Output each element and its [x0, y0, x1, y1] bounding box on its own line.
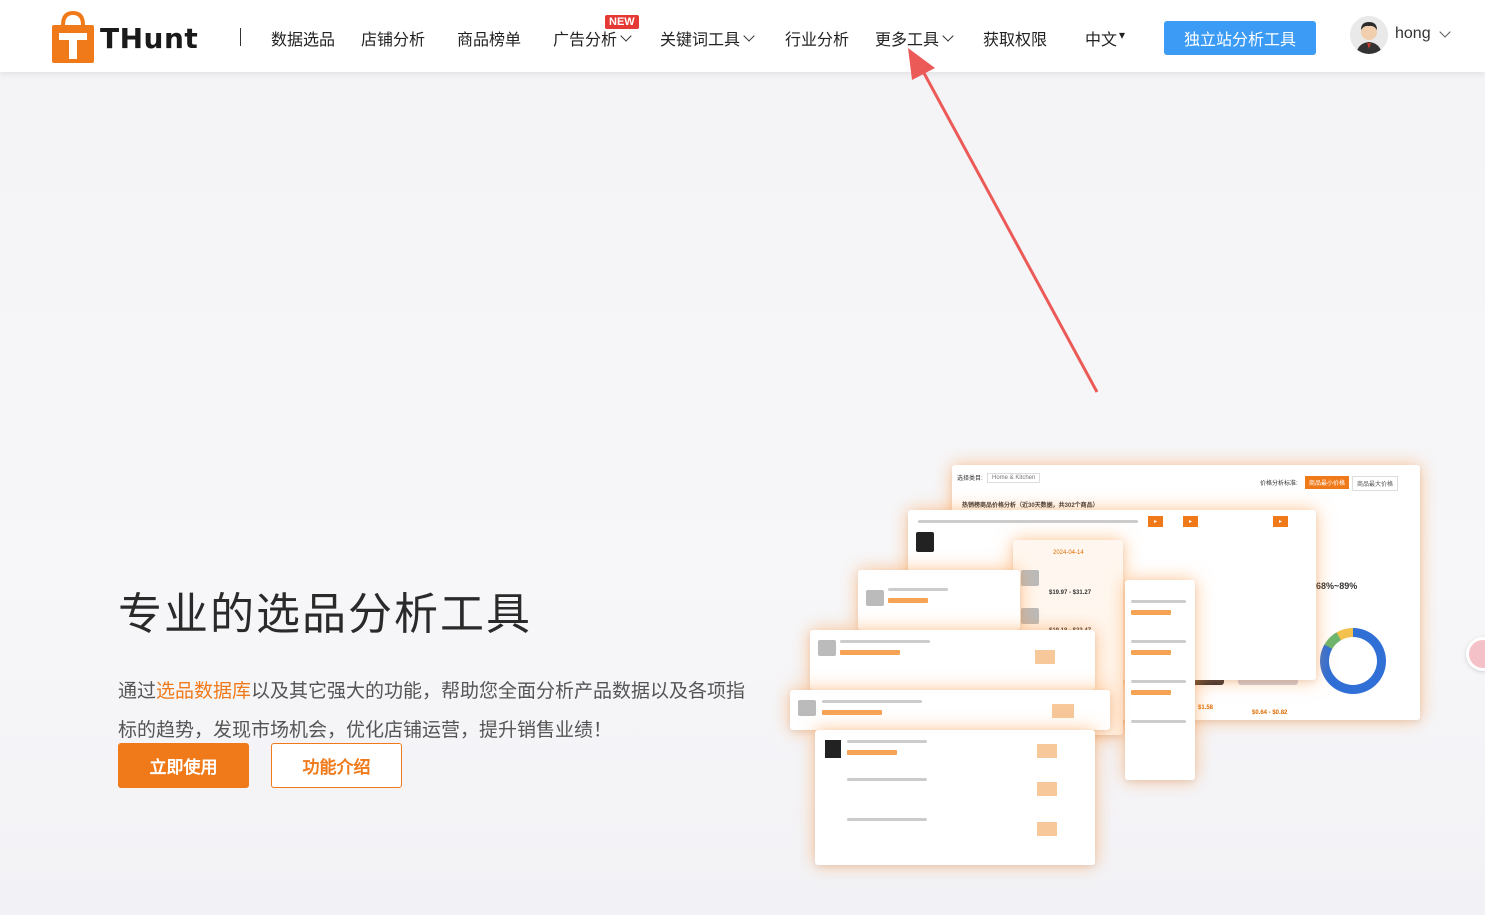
nav-item-ad-analysis[interactable]: 广告分析 — [553, 26, 632, 50]
range-percent: 68%~89% — [1316, 581, 1358, 591]
filter-label: 选择类目: — [957, 476, 983, 482]
illustration-table-card — [815, 730, 1095, 865]
nav-label: 行业分析 — [785, 30, 850, 49]
chevron-down-icon[interactable] — [1439, 26, 1451, 38]
section-title: 热销榜商品价格分析（近30天数据，共302个商品） — [962, 503, 1099, 509]
product-screenshot-illustration: 选择类目: Home & Kitchen 价格分析标准: 商品最小价格 商品最大… — [780, 450, 1440, 870]
price-3: $0.64 - $0.82 — [1252, 710, 1288, 716]
logo[interactable]: THunt — [50, 10, 198, 66]
language-label: 中文 — [1085, 30, 1118, 49]
nav-item-store-analysis[interactable]: 店铺分析 — [361, 26, 425, 50]
language-selector[interactable]: 中文 ▾ — [1085, 26, 1125, 50]
nav-item-industry-analysis[interactable]: 行业分析 — [785, 26, 849, 50]
nav-item-get-access[interactable]: 获取权限 — [983, 26, 1047, 50]
product-image — [916, 532, 934, 552]
mini-button: ▸ — [1148, 516, 1164, 527]
feature-intro-button[interactable]: 功能介绍 — [271, 743, 402, 788]
nav-label: 商品榜单 — [457, 30, 522, 49]
price-4: $1.58 — [1198, 705, 1214, 711]
chevron-down-icon — [942, 29, 954, 42]
illustration-row-card — [810, 630, 1095, 690]
nav-label: 获取权限 — [983, 30, 1048, 49]
nav-item-more-tools[interactable]: 更多工具 — [875, 26, 954, 50]
price-label: 价格分析标准: — [1260, 481, 1298, 487]
chevron-down-icon — [620, 29, 632, 42]
nav-label: 广告分析 — [553, 30, 618, 49]
nav-divider — [240, 28, 241, 46]
avatar[interactable] — [1350, 16, 1388, 54]
mini-button: ▸ — [1273, 516, 1289, 527]
nav-item-data-selection[interactable]: 数据选品 — [271, 26, 335, 50]
use-now-button[interactable]: 立即使用 — [118, 743, 249, 788]
product-database-link[interactable]: 选品数据库 — [156, 680, 251, 702]
toggle-min-price: 商品最小价格 — [1305, 476, 1350, 489]
hero-description: 通过选品数据库以及其它强大的功能，帮助您全面分析产品数据以及各项指标的趋势，发现… — [118, 672, 748, 750]
shopping-bag-icon — [52, 11, 94, 63]
caret-down-icon: ▾ — [1119, 28, 1126, 42]
hero-desc-prefix: 通过 — [118, 680, 157, 702]
donut-chart-icon — [1320, 628, 1386, 694]
hero-title: 专业的选品分析工具 — [118, 589, 532, 640]
nav-label: 关键词工具 — [660, 30, 741, 49]
user-avatar-icon — [1350, 16, 1388, 54]
date-label: 2024-04-14 — [1053, 550, 1084, 556]
new-badge: NEW — [605, 15, 639, 29]
top-navbar: THunt 数据选品 店铺分析 商品榜单 广告分析 NEW 关键词工具 行业分析… — [0, 0, 1485, 72]
illustration-card-left — [858, 570, 1020, 630]
price-1: $19.97 - $31.27 — [1049, 590, 1092, 596]
category-select: Home & Kitchen — [987, 473, 1041, 483]
logo-text: THunt — [100, 21, 199, 55]
nav-label: 店铺分析 — [361, 30, 426, 49]
nav-label: 数据选品 — [271, 30, 336, 49]
illustration-side-card — [1125, 580, 1195, 780]
nav-item-product-rankings[interactable]: 商品榜单 — [457, 26, 521, 50]
nav-item-keyword-tools[interactable]: 关键词工具 — [660, 26, 755, 50]
user-name[interactable]: hong — [1395, 25, 1431, 43]
nav-label: 更多工具 — [875, 30, 940, 49]
illustration-row-card-highlight — [790, 690, 1110, 730]
independent-site-tool-button[interactable]: 独立站分析工具 — [1164, 21, 1316, 55]
mini-button: ▸ — [1183, 516, 1199, 527]
toggle-max-price: 商品最大价格 — [1352, 476, 1399, 491]
chevron-down-icon — [743, 29, 755, 42]
